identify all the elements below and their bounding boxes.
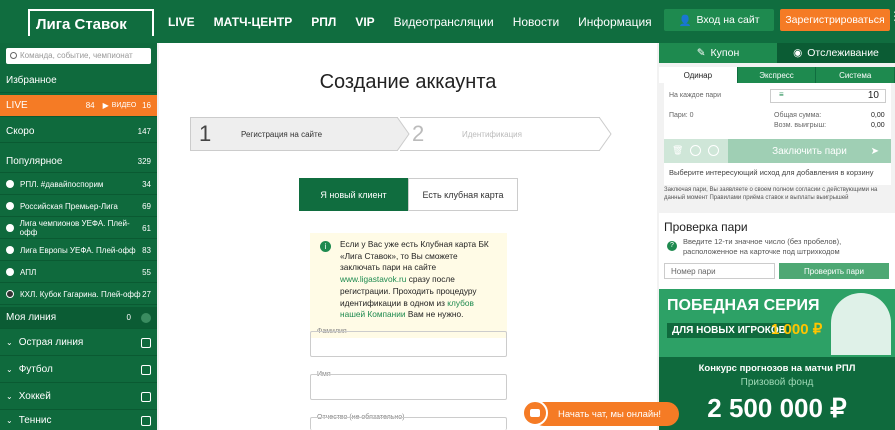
sport-checkbox[interactable] (141, 337, 151, 348)
register-button[interactable]: Зарегистрироваться (780, 9, 890, 31)
football-icon (6, 268, 14, 276)
nav-live[interactable]: LIVE (168, 15, 195, 29)
stake-arrow-icon[interactable]: ≡ (779, 90, 784, 99)
bet-type-tabs: Одинар Экспресс Система (659, 67, 895, 83)
chevron-down-icon: ⌄ (6, 416, 13, 425)
info-icon: ? (667, 241, 677, 251)
football-icon (6, 224, 14, 232)
promo-banner[interactable]: ПОБЕДНАЯ СЕРИЯ ДЛЯ НОВЫХ ИГРОКОВ 1 000 ₽ (659, 289, 895, 357)
chevron-down-icon: ⌄ (6, 365, 13, 374)
chat-button[interactable]: Начать чат, мы онлайн! (532, 402, 679, 426)
nav-info[interactable]: Информация (578, 15, 651, 29)
search-input[interactable]: Команда, событие, чемпионат (6, 48, 151, 64)
tab-club-card[interactable]: Есть клубная карта (408, 178, 518, 211)
sidebar-popular-item[interactable]: АПЛ 55 (0, 262, 157, 283)
site-link[interactable]: www.ligastavok.ru (340, 274, 406, 284)
coupon-actions: 🗑 Заключить пари ➤ (664, 139, 891, 163)
sidebar-sport-item[interactable]: ⌄ Теннис (0, 411, 157, 430)
sidebar-sport-item[interactable]: ⌄ Хоккей (0, 384, 157, 410)
last-name-field[interactable] (310, 331, 507, 357)
chat-icon[interactable] (522, 400, 548, 426)
right-panel: ✎ Купон ◉ Отслеживание Одинар Экспресс С… (659, 43, 895, 430)
play-icon: ▶ (102, 101, 109, 110)
football-icon (6, 246, 14, 254)
coupon-hint: Выберите интересующий исход для добавлен… (669, 168, 874, 177)
search-icon (10, 52, 17, 59)
tab-tracking[interactable]: ◉ Отслеживание (777, 43, 895, 63)
sport-checkbox[interactable] (141, 364, 151, 375)
tab-system[interactable]: Система (816, 67, 895, 83)
sidebar-sport-item[interactable]: ⌄ Футбол (0, 357, 157, 383)
nav-rpl[interactable]: РПЛ (311, 15, 336, 29)
registration-steps: 1 Регистрация на сайте 2 Идентификация (190, 117, 614, 151)
settings-icon[interactable] (708, 145, 719, 156)
registration-panel: Создание аккаунта 1 Регистрация на сайте… (159, 43, 657, 430)
sidebar-popular-item[interactable]: Российская Премьер-Лига 69 (0, 196, 157, 217)
step-arrow (599, 117, 612, 151)
sidebar-popular-item[interactable]: КХЛ. Кубок Гагарина. Плей-офф 27 (0, 284, 157, 305)
football-icon (6, 180, 14, 188)
sidebar-soon[interactable]: Скоро 147 (0, 121, 157, 143)
chevron-down-icon: ⌄ (6, 392, 13, 401)
sidebar-popular[interactable]: Популярное 329 (0, 151, 157, 173)
info-notice: i Если у Вас уже есть Клубная карта БК «… (310, 233, 507, 338)
bet-check-title: Проверка пари (664, 220, 748, 234)
tab-coupon[interactable]: ✎ Купон (659, 43, 777, 63)
contest-banner[interactable]: Конкурс прогнозов на матчи РПЛ Призовой … (659, 357, 895, 430)
eye-icon: ◉ (793, 47, 803, 59)
trash-icon[interactable]: 🗑 (672, 145, 683, 156)
bet-number-input[interactable]: Номер пари (664, 263, 775, 279)
page-title: Создание аккаунта (319, 71, 497, 93)
login-button[interactable]: 👤 Вход на сайт (664, 9, 774, 31)
user-icon: 👤 (678, 14, 692, 27)
tab-single[interactable]: Одинар (659, 67, 738, 83)
sidebar-my-line[interactable]: Моя линия 0 (0, 307, 157, 329)
sidebar-popular-item[interactable]: РПЛ. #давайпоспорим 34 (0, 174, 157, 195)
player-image (831, 293, 891, 355)
sport-checkbox[interactable] (141, 391, 151, 402)
bet-check-text: Введите 12-ти значное число (без пробело… (683, 237, 842, 256)
coupon-header: ✎ Купон ◉ Отслеживание (659, 43, 895, 63)
sidebar: Команда, событие, чемпионат Избранное LI… (0, 43, 157, 430)
stake-input[interactable]: ≡ 10 (770, 89, 886, 103)
sidebar-favorites[interactable]: Избранное (0, 69, 157, 93)
main-nav: LIVE МАТЧ-ЦЕНТР РПЛ VIP Видеотрансляции … (168, 0, 671, 43)
football-icon (6, 202, 14, 210)
hockey-icon (6, 290, 14, 298)
sport-checkbox[interactable] (141, 415, 151, 426)
place-bet-button[interactable]: Заключить пари ➤ (728, 139, 891, 163)
sidebar-popular-item[interactable]: Лига чемпионов УЕФА. Плей-офф 61 (0, 218, 157, 239)
rules-text: Заключая пари, Вы заявляете о своем полн… (664, 187, 878, 201)
logo[interactable]: Лига Ставок (28, 9, 154, 36)
first-name-field[interactable] (310, 374, 507, 400)
sidebar-sport-item[interactable]: ⌄ Острая линия (0, 330, 157, 356)
middle-name-field[interactable] (310, 417, 507, 430)
sidebar-live[interactable]: LIVE 84 ▶ ВИДЕО 16 (0, 95, 157, 117)
send-icon: ➤ (870, 145, 879, 157)
header: Лига Ставок LIVE МАТЧ-ЦЕНТР РПЛ VIP Виде… (0, 0, 895, 43)
sidebar-popular-item[interactable]: Лига Европы УЕФА. Плей-офф 83 (0, 240, 157, 261)
ticket-icon: ✎ (696, 47, 706, 59)
nav-video[interactable]: Видеотрансляции (394, 15, 494, 29)
info-icon: i (320, 241, 331, 252)
step-2: 2 Идентификация (400, 117, 600, 151)
clear-icon[interactable] (141, 312, 151, 323)
check-bet-button[interactable]: Проверить пари (779, 263, 889, 279)
coupon-body: На каждое пари ≡ 10 Пари: 0 Общая сумма:… (664, 83, 891, 185)
nav-match-center[interactable]: МАТЧ-ЦЕНТР (214, 15, 293, 29)
nav-vip[interactable]: VIP (355, 15, 374, 29)
step-1: 1 Регистрация на сайте (190, 117, 398, 151)
tab-new-client[interactable]: Я новый клиент (299, 178, 408, 211)
clear-icon[interactable] (690, 145, 701, 156)
nav-news[interactable]: Новости (513, 15, 559, 29)
more-icon[interactable]: ⋮ (889, 10, 895, 22)
chevron-down-icon: ⌄ (6, 338, 13, 347)
tab-express[interactable]: Экспресс (737, 67, 817, 83)
